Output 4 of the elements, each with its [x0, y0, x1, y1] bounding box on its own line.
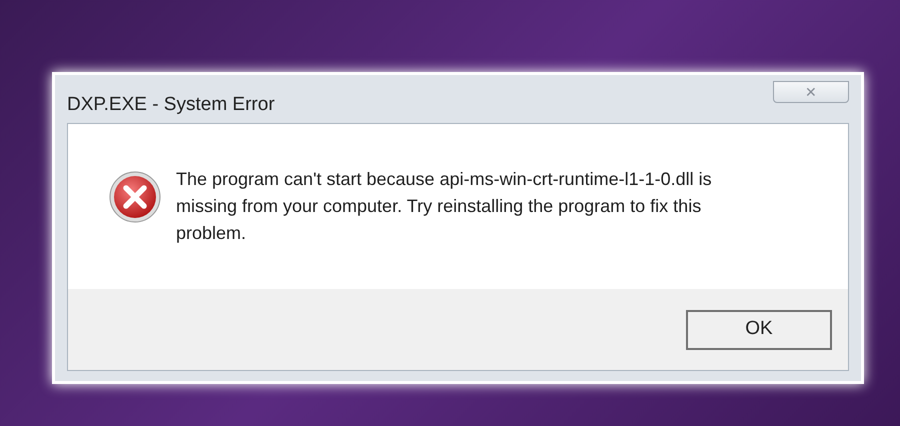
error-icon [108, 170, 162, 224]
error-message: The program can't start because api-ms-win-crt-runtime-l1-1-0.dll is missing from your computer. Try reinstalling the program to fix this problem. [176, 168, 713, 245]
ok-button[interactable]: OK [686, 310, 832, 350]
window-title: DXP.EXE - System Error [67, 93, 275, 117]
